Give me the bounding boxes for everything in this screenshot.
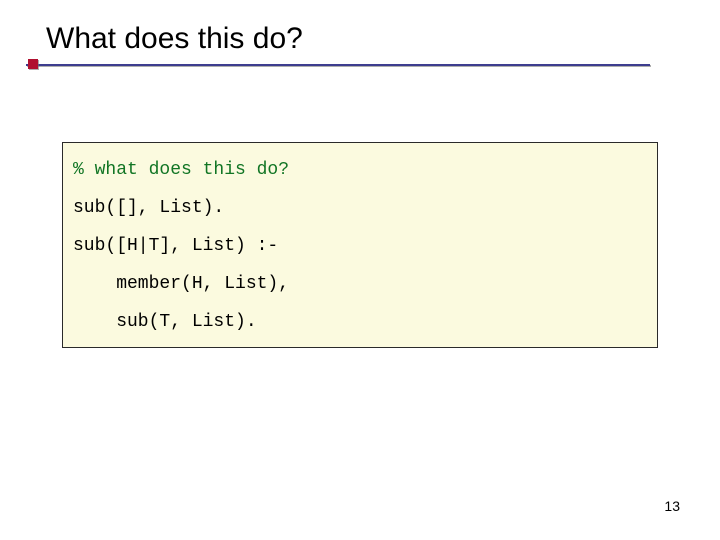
title-area: What does this do?: [26, 22, 680, 72]
slide: What does this do? % what does this do? …: [0, 0, 720, 540]
page-number: 13: [664, 498, 680, 514]
title-rule: [26, 62, 680, 72]
code-comment: % what does this do?: [73, 151, 647, 189]
code-line-3: member(H, List),: [73, 265, 647, 303]
title-underline: [26, 64, 650, 66]
code-line-4: sub(T, List).: [73, 303, 647, 341]
code-line-2: sub([H|T], List) :-: [73, 227, 647, 265]
title-accent-box: [28, 59, 38, 69]
code-block: % what does this do? sub([], List). sub(…: [62, 142, 658, 348]
slide-title: What does this do?: [26, 22, 680, 56]
code-line-1: sub([], List).: [73, 189, 647, 227]
